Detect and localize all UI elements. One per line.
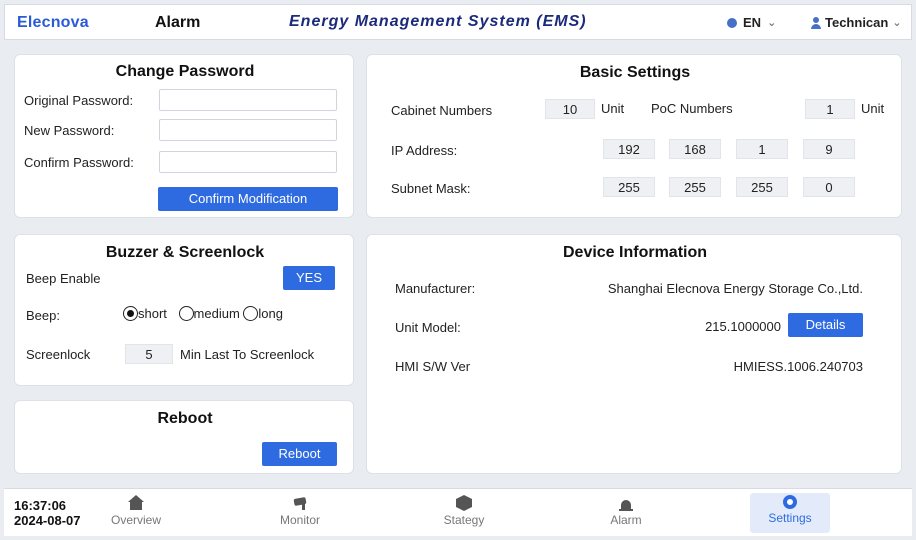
alarm-light-icon: [618, 495, 634, 511]
mask-octet-4[interactable]: 0: [803, 177, 855, 197]
beep-enable-toggle[interactable]: YES: [283, 266, 335, 290]
chevron-down-icon: ⌄: [892, 17, 902, 29]
ip-address-label: IP Address:: [391, 143, 458, 158]
system-title: Energy Management System (EMS): [289, 13, 587, 30]
screenlock-minutes-input[interactable]: 5: [125, 344, 173, 364]
hmi-version-label: HMI S/W Ver: [395, 359, 471, 374]
radio-icon: [243, 306, 259, 321]
poc-unit: Unit: [861, 101, 885, 116]
ip-octet-1[interactable]: 192: [603, 139, 655, 159]
user-menu[interactable]: Technican ⌄: [811, 15, 902, 30]
mask-octet-2[interactable]: 255: [669, 177, 721, 197]
screenlock-label: Screenlock: [26, 347, 91, 362]
camera-icon: [292, 495, 308, 511]
nav-strategy[interactable]: Stategy: [424, 493, 504, 533]
manufacturer-value: Shanghai Elecnova Energy Storage Co.,Ltd…: [607, 281, 863, 296]
original-password-field[interactable]: [159, 89, 337, 111]
new-password-label: New Password:: [24, 123, 115, 138]
nav-overview[interactable]: Overview: [96, 493, 176, 533]
subnet-mask-label: Subnet Mask:: [391, 181, 471, 196]
radio-icon: [178, 306, 194, 321]
cabinet-numbers-label: Cabinet Numbers: [391, 103, 493, 118]
beep-enable-label: Beep Enable: [26, 271, 101, 286]
beep-option-long[interactable]: long: [243, 306, 283, 321]
reboot-button[interactable]: Reboot: [262, 442, 337, 466]
manufacturer-label: Manufacturer:: [395, 281, 476, 296]
ip-octet-3[interactable]: 1: [736, 139, 788, 159]
brand-logo: Elecnova: [17, 14, 89, 31]
home-icon: [128, 495, 144, 511]
mask-octet-1[interactable]: 255: [603, 177, 655, 197]
beep-radio-group: short medium long: [123, 306, 283, 321]
details-button[interactable]: Details: [788, 313, 863, 337]
top-bar: Elecnova Alarm Energy Management System …: [4, 4, 912, 40]
language-label: EN: [743, 15, 762, 30]
beep-option-medium[interactable]: medium: [178, 306, 240, 321]
header-alarm-link[interactable]: Alarm: [155, 14, 200, 32]
bottom-nav-bar: 16:37:06 2024-08-07 Overview Monitor Sta…: [4, 488, 912, 536]
panel-title: Device Information: [562, 244, 708, 261]
globe-icon: [727, 17, 737, 28]
clock-time: 16:37:06: [14, 498, 67, 513]
ip-octet-2[interactable]: 168: [669, 139, 721, 159]
panel-title: Basic Settings: [579, 64, 691, 81]
buzzer-screenlock-panel: Buzzer & Screenlock Beep Enable YES Beep…: [14, 234, 354, 386]
nav-alarm[interactable]: Alarm: [586, 493, 666, 533]
panel-title: Change Password: [115, 63, 255, 80]
nav-monitor[interactable]: Monitor: [260, 493, 340, 533]
user-icon: [811, 16, 821, 29]
panel-title: Buzzer & Screenlock: [105, 244, 265, 261]
ip-octet-4[interactable]: 9: [803, 139, 855, 159]
confirm-password-label: Confirm Password:: [24, 155, 134, 170]
confirm-modification-button[interactable]: Confirm Modification: [158, 187, 338, 211]
radio-selected-icon: [123, 306, 138, 321]
hexagon-icon: [456, 495, 472, 511]
beep-label: Beep:: [26, 308, 60, 323]
device-information-panel: Device Information Manufacturer: Shangha…: [366, 234, 902, 474]
original-password-label: Original Password:: [24, 93, 134, 108]
beep-option-short[interactable]: short: [123, 306, 167, 321]
mask-octet-3[interactable]: 255: [736, 177, 788, 197]
new-password-field[interactable]: [159, 119, 337, 141]
language-selector[interactable]: EN ⌄: [727, 15, 776, 30]
unit-model-label: Unit Model:: [395, 320, 461, 335]
cabinet-numbers-input[interactable]: 10: [545, 99, 595, 119]
panel-title: Reboot: [157, 410, 213, 427]
hmi-version-value: HMIESS.1006.240703: [733, 359, 863, 374]
nav-settings[interactable]: Settings: [750, 493, 830, 533]
clock: 16:37:06 2024-08-07: [14, 498, 81, 528]
poc-numbers-label: PoC Numbers: [651, 101, 733, 116]
confirm-password-field[interactable]: [159, 151, 337, 173]
clock-date: 2024-08-07: [14, 513, 81, 528]
basic-settings-panel: Basic Settings Cabinet Numbers 10 Unit P…: [366, 54, 902, 218]
screenlock-suffix: Min Last To Screenlock: [180, 347, 315, 362]
poc-numbers-input[interactable]: 1: [805, 99, 855, 119]
cabinet-unit: Unit: [601, 101, 625, 116]
chevron-down-icon: ⌄: [767, 17, 777, 29]
gear-icon: [783, 495, 797, 509]
user-name: Technican: [825, 15, 889, 30]
change-password-panel: Change Password Original Password: New P…: [14, 54, 354, 218]
reboot-panel: Reboot Reboot: [14, 400, 354, 474]
unit-model-value: 215.1000000: [705, 319, 781, 334]
